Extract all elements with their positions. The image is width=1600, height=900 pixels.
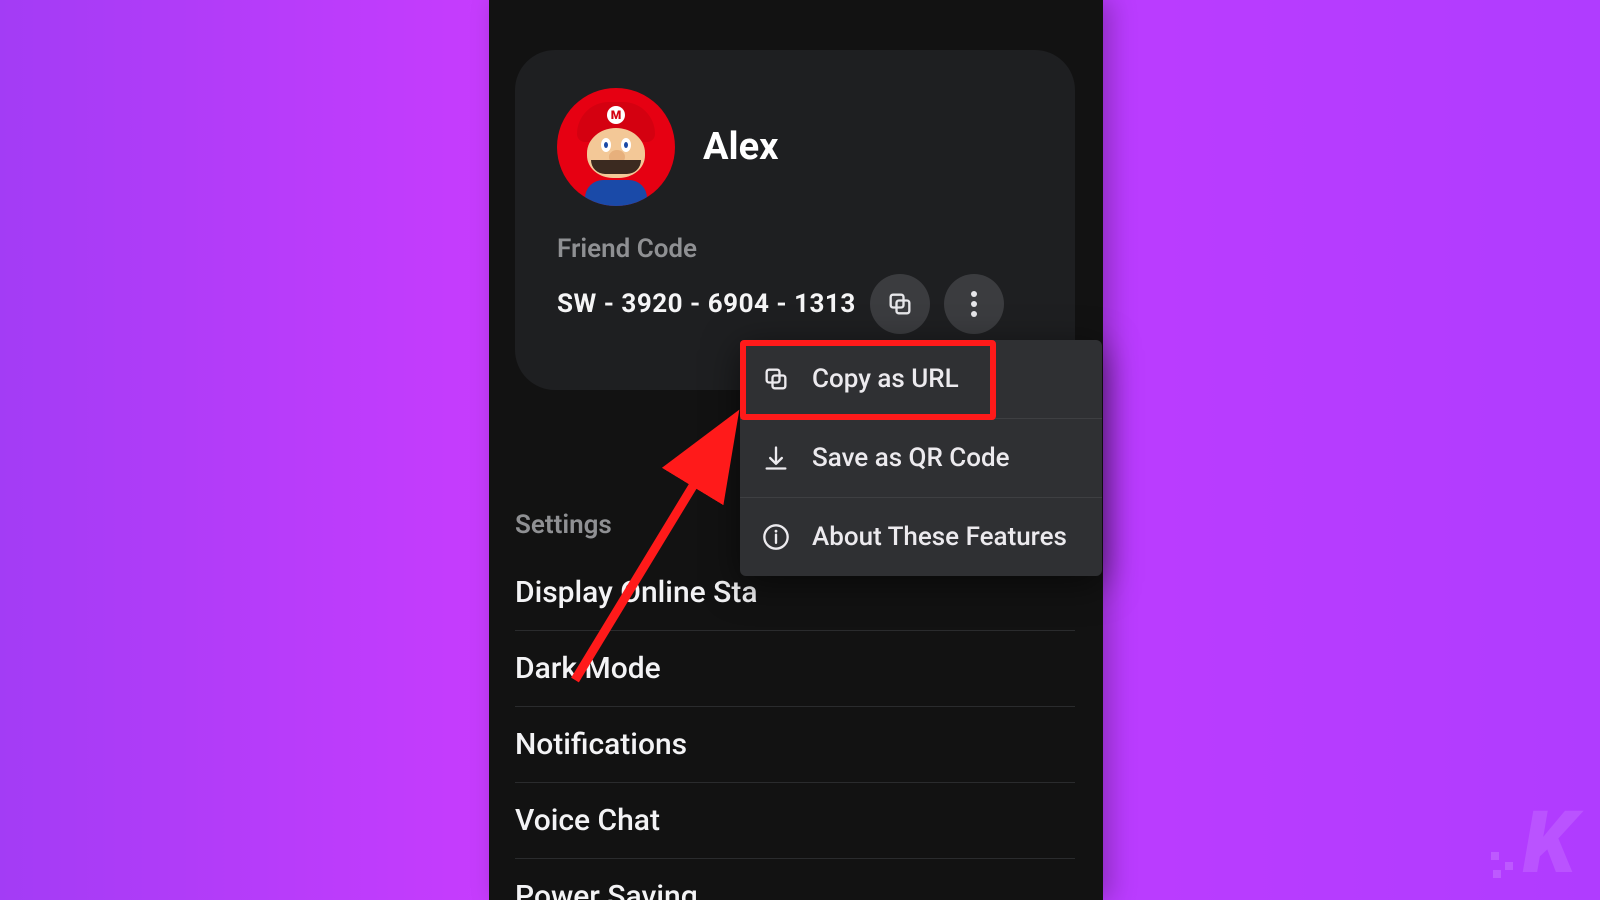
popup-item-about-features[interactable]: About These Features [740, 497, 1102, 576]
avatar-cap-letter: M [607, 106, 625, 124]
settings-item-power-saving[interactable]: Power Saving [515, 859, 1075, 900]
popup-item-save-as-qr[interactable]: Save as QR Code [740, 418, 1102, 497]
watermark-dots-icon [1491, 852, 1517, 878]
popup-item-label: Copy as URL [812, 364, 959, 394]
friend-code-area: Friend Code SW - 3920 - 6904 - 1313 [557, 234, 1033, 334]
copy-icon [762, 365, 790, 393]
more-vertical-icon [971, 291, 977, 317]
popup-item-label: Save as QR Code [812, 443, 1010, 473]
profile-card: M Alex Friend Code SW - 3920 - 6904 - 13… [515, 50, 1075, 390]
watermark-letter: K [1523, 809, 1572, 878]
settings-header: Settings [515, 510, 612, 540]
settings-item-dark-mode[interactable]: Dark Mode [515, 631, 1075, 707]
overflow-popup: Copy as URL Save as QR Code About These … [740, 340, 1102, 576]
settings-item-voice-chat[interactable]: Voice Chat [515, 783, 1075, 859]
friend-code-label: Friend Code [557, 234, 1033, 264]
username: Alex [703, 125, 778, 169]
avatar[interactable]: M [557, 88, 675, 206]
info-icon [762, 523, 790, 551]
copy-button[interactable] [870, 274, 930, 334]
popup-item-copy-as-url[interactable]: Copy as URL [740, 340, 1102, 418]
profile-header: M Alex [557, 88, 1033, 206]
stage-background: M Alex Friend Code SW - 3920 - 6904 - 13… [0, 0, 1600, 900]
settings-item-notifications[interactable]: Notifications [515, 707, 1075, 783]
friend-code-value: SW - 3920 - 6904 - 1313 [557, 289, 856, 319]
popup-item-label: About These Features [812, 522, 1067, 552]
download-icon [762, 444, 790, 472]
copy-icon [886, 290, 914, 318]
watermark: K [1491, 809, 1572, 878]
more-button[interactable] [944, 274, 1004, 334]
settings-list: Display Online Sta Dark Mode Notificatio… [515, 555, 1075, 900]
